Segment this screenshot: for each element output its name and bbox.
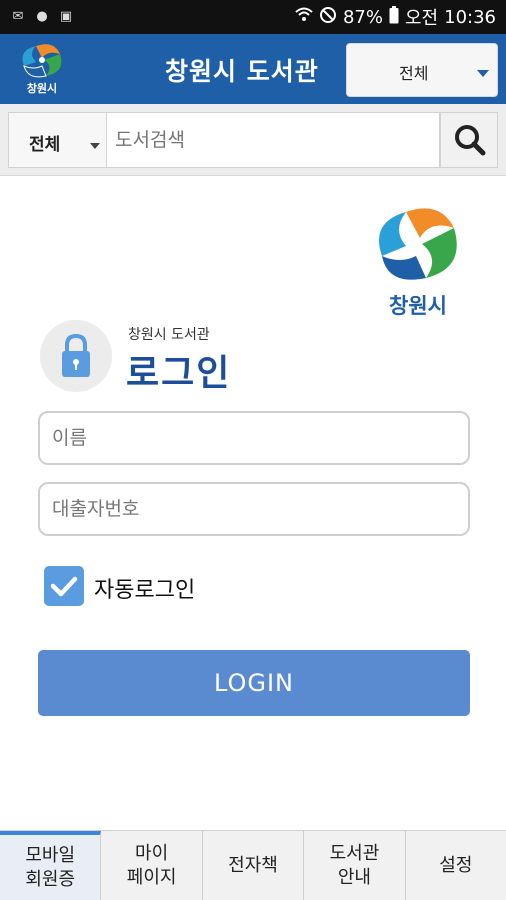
tab-library-info[interactable]: 도서관 안내 — [304, 831, 406, 900]
auto-login-label[interactable]: 자동로그인 — [94, 572, 195, 604]
chevron-down-icon — [477, 70, 489, 77]
changwon-logo-large: 창원시 — [368, 200, 468, 322]
check-icon — [50, 576, 78, 597]
battery-percent: 87% — [342, 6, 383, 28]
search-bar: 전체 — [0, 104, 506, 176]
login-button[interactable]: LOGIN — [38, 650, 470, 716]
search-input[interactable] — [106, 112, 440, 168]
bottom-tab-bar: 모바일 회원증 마이 페이지 전자책 도서관 안내 설정 — [0, 830, 506, 900]
lock-badge — [40, 320, 112, 392]
search-button[interactable] — [440, 112, 498, 168]
tab-settings[interactable]: 설정 — [406, 831, 506, 900]
battery-icon — [389, 5, 399, 29]
photo-icon: ▣ — [59, 9, 73, 24]
status-bar: ✉ ● ▣ 87% 오전 10:36 — [0, 0, 506, 34]
changwon-logo[interactable]: 창원시 — [14, 40, 70, 98]
chevron-down-icon — [90, 143, 100, 149]
mail-icon: ✉ — [12, 9, 24, 24]
clock: 10:36 — [444, 6, 496, 28]
search-category-value: 전체 — [29, 135, 61, 155]
library-card-number-field[interactable] — [38, 482, 470, 536]
do-not-disturb-icon — [319, 6, 337, 29]
name-field[interactable] — [38, 411, 470, 465]
lock-icon — [62, 333, 90, 377]
wifi-icon — [295, 7, 313, 28]
tab-ebook[interactable]: 전자책 — [203, 831, 305, 900]
scope-dropdown-value: 전체 — [399, 64, 429, 83]
tab-mobile-member-card[interactable]: 모바일 회원증 — [0, 831, 102, 900]
app-header: 창원시 창원시 도서관 전체 — [0, 34, 506, 104]
search-icon — [455, 125, 486, 156]
logo-caption: 창원시 — [26, 82, 58, 95]
login-subtitle: 창원시 도서관 — [128, 327, 210, 343]
app-title: 창원시 도서관 — [165, 57, 319, 86]
search-category-dropdown[interactable]: 전체 — [8, 112, 106, 168]
auto-login-checkbox[interactable] — [44, 566, 84, 606]
notification-icon: ● — [36, 9, 48, 24]
scope-dropdown[interactable]: 전체 — [346, 43, 498, 97]
ampm: 오전 — [405, 8, 439, 29]
tab-my-page[interactable]: 마이 페이지 — [101, 831, 203, 900]
logo-caption: 창원시 — [389, 294, 447, 318]
login-title: 로그인 — [126, 353, 232, 394]
